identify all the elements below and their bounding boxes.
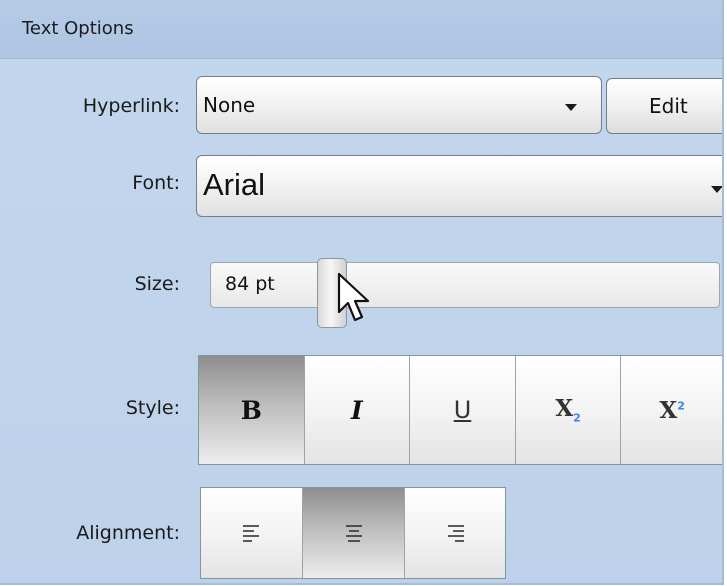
style-label: Style: [125, 397, 180, 419]
alignment-label: Alignment: [76, 522, 180, 544]
font-label: Font: [132, 172, 180, 194]
panel-header: Text Options [0, 0, 722, 59]
style-button-group: B I U X2 X2 [198, 355, 722, 465]
size-value: 84 pt [225, 273, 275, 295]
hyperlink-label: Hyperlink: [82, 95, 180, 117]
align-center-button[interactable] [303, 488, 405, 578]
superscript-icon: X2 [659, 396, 685, 424]
align-right-button[interactable] [405, 488, 505, 578]
superscript-button[interactable]: X2 [621, 356, 722, 464]
align-center-icon [345, 525, 362, 542]
chevron-down-icon [565, 104, 577, 111]
font-value: Arial [203, 167, 266, 202]
chevron-down-icon [711, 186, 722, 193]
edit-button-label: Edit [649, 94, 688, 118]
subscript-icon: X2 [555, 395, 581, 425]
align-left-icon [242, 525, 259, 542]
edit-hyperlink-button[interactable]: Edit [606, 78, 722, 134]
hyperlink-dropdown[interactable]: None [196, 76, 602, 134]
text-options-panel: Text Options Hyperlink: None Edit Font: … [0, 0, 724, 585]
alignment-button-group [200, 487, 506, 579]
align-right-icon [448, 525, 464, 542]
underline-button[interactable]: U [410, 356, 516, 464]
panel-title: Text Options [22, 18, 134, 39]
size-label: Size: [134, 273, 180, 295]
align-left-button[interactable] [201, 488, 303, 578]
bold-button[interactable]: B [199, 356, 305, 464]
font-dropdown[interactable]: Arial [196, 155, 722, 217]
bold-icon: B [240, 395, 262, 425]
italic-button[interactable]: I [304, 356, 411, 464]
subscript-button[interactable]: X2 [515, 356, 622, 464]
hyperlink-value: None [203, 93, 256, 117]
italic-icon: I [351, 395, 363, 425]
underline-icon: U [453, 396, 472, 424]
mouse-cursor-icon [337, 272, 370, 322]
size-slider-track[interactable]: 84 pt [210, 262, 720, 308]
